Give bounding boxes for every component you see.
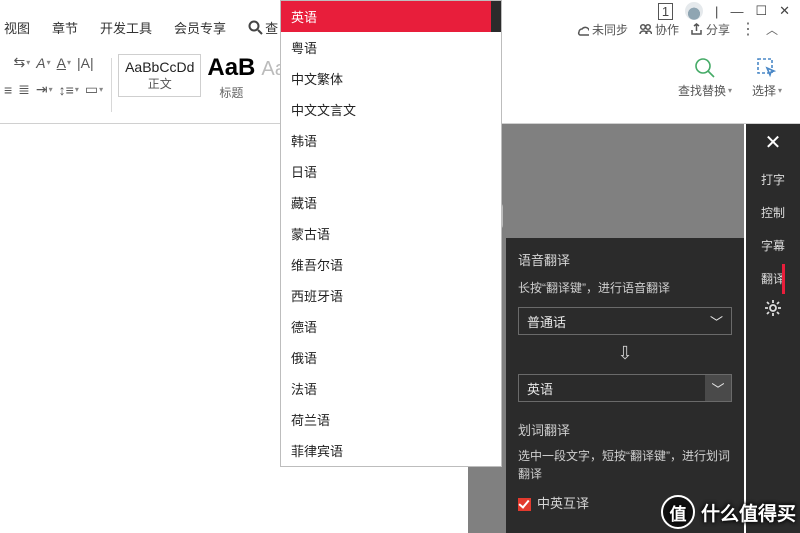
collab-button[interactable]: 协作: [638, 21, 679, 38]
voice-translate-hint: 长按“翻译键”，进行语音翻译: [518, 279, 732, 297]
language-option[interactable]: 俄语: [281, 342, 501, 373]
select-button[interactable]: 选择▾: [752, 56, 782, 99]
format-button[interactable]: ⇆▾: [14, 54, 31, 71]
search-box[interactable]: 查: [248, 18, 278, 37]
voice-translate-title: 语音翻译: [518, 250, 570, 269]
language-option[interactable]: 蒙古语: [281, 218, 501, 249]
tab-vip[interactable]: 会员专享: [174, 18, 226, 37]
cursor-select-icon: [755, 56, 779, 80]
tab-view[interactable]: 视图: [4, 18, 30, 37]
gear-icon: [764, 299, 782, 317]
spacing-button[interactable]: ↕≡▾: [59, 82, 79, 98]
share-button[interactable]: 分享: [689, 21, 730, 38]
checkbox-checked-icon: [518, 498, 531, 511]
find-replace-button[interactable]: 查找替换▾: [678, 56, 732, 99]
chevron-down-icon: ﹀: [705, 375, 731, 401]
style-heading1-label: 标题: [207, 84, 255, 101]
language-option[interactable]: 德语: [281, 311, 501, 342]
source-language-select[interactable]: 普通话 ﹀: [518, 307, 732, 335]
selection-translate-hint: 选中一段文字，短按“翻译键”，进行划词翻译: [518, 447, 732, 483]
language-option[interactable]: 日语: [281, 156, 501, 187]
sidebar-translate[interactable]: 翻译: [761, 270, 785, 287]
language-option[interactable]: 韩语: [281, 125, 501, 156]
ribbon-divider: [111, 58, 112, 112]
minimize-button[interactable]: —: [730, 4, 743, 19]
language-option[interactable]: 中文文言文: [281, 94, 501, 125]
language-option[interactable]: 中文繁体: [281, 63, 501, 94]
tab-chapter[interactable]: 章节: [52, 18, 78, 37]
magnifier-icon: [693, 56, 717, 80]
panel-gap: [506, 124, 744, 238]
indent-button[interactable]: ⇥▾: [36, 81, 53, 98]
maximize-button[interactable]: ☐: [755, 3, 767, 19]
people-icon: [638, 22, 652, 36]
style-heading1[interactable]: AaB: [207, 54, 255, 82]
arrow-down-icon: ⇩: [518, 343, 732, 364]
language-option[interactable]: 粤语: [281, 32, 501, 63]
clear-format-button[interactable]: |A|: [77, 55, 94, 71]
divider-icon: |: [715, 4, 718, 19]
language-dropdown[interactable]: 英语粤语中文繁体中文文言文韩语日语藏语蒙古语维吾尔语西班牙语德语俄语法语荷兰语菲…: [280, 0, 502, 467]
language-option[interactable]: 菲律宾语: [281, 435, 501, 466]
more-icon[interactable]: ⋮: [740, 19, 756, 39]
target-language-select[interactable]: 英语 ﹀: [518, 374, 732, 402]
language-option[interactable]: 西班牙语: [281, 280, 501, 311]
sidebar-settings[interactable]: [764, 299, 782, 317]
border-button[interactable]: ▭▾: [85, 81, 103, 98]
collapse-ribbon-icon[interactable]: ︿: [766, 21, 778, 38]
align-dist-button[interactable]: ≣: [18, 81, 30, 98]
tab-count-badge: 1: [658, 3, 673, 20]
watermark-badge: 值: [661, 495, 695, 529]
tab-devtools[interactable]: 开发工具: [100, 18, 152, 37]
language-option[interactable]: 荷兰语: [281, 404, 501, 435]
watermark: 值 什么值得买: [661, 495, 796, 529]
cloud-icon: [575, 22, 589, 36]
language-option[interactable]: 英语: [281, 1, 501, 32]
panel-close-button[interactable]: ✕: [765, 130, 782, 155]
sync-status[interactable]: 未同步: [575, 21, 628, 38]
language-option[interactable]: 法语: [281, 373, 501, 404]
language-option[interactable]: 维吾尔语: [281, 249, 501, 280]
close-button[interactable]: ✕: [779, 3, 790, 19]
sidebar-type[interactable]: 打字: [761, 171, 785, 188]
align-left-button[interactable]: ≡: [4, 82, 12, 98]
sidebar-subtitle[interactable]: 字幕: [761, 237, 785, 254]
underline-button[interactable]: A▾: [57, 55, 71, 71]
sidebar-control[interactable]: 控制: [761, 204, 785, 221]
chevron-down-icon: ﹀: [710, 312, 723, 331]
translate-panel: 语音翻译 长按“翻译键”，进行语音翻译 普通话 ﹀ ⇩ 英语 ﹀ 划词翻译 选中…: [506, 238, 744, 533]
style-normal[interactable]: AaBbCcDd 正文: [118, 54, 201, 97]
share-icon: [689, 22, 703, 36]
selection-translate-title: 划词翻译: [518, 420, 732, 439]
search-text: 查: [265, 18, 278, 37]
language-option[interactable]: 藏语: [281, 187, 501, 218]
font-style-button[interactable]: A▾: [36, 55, 50, 71]
search-icon: [248, 20, 263, 35]
